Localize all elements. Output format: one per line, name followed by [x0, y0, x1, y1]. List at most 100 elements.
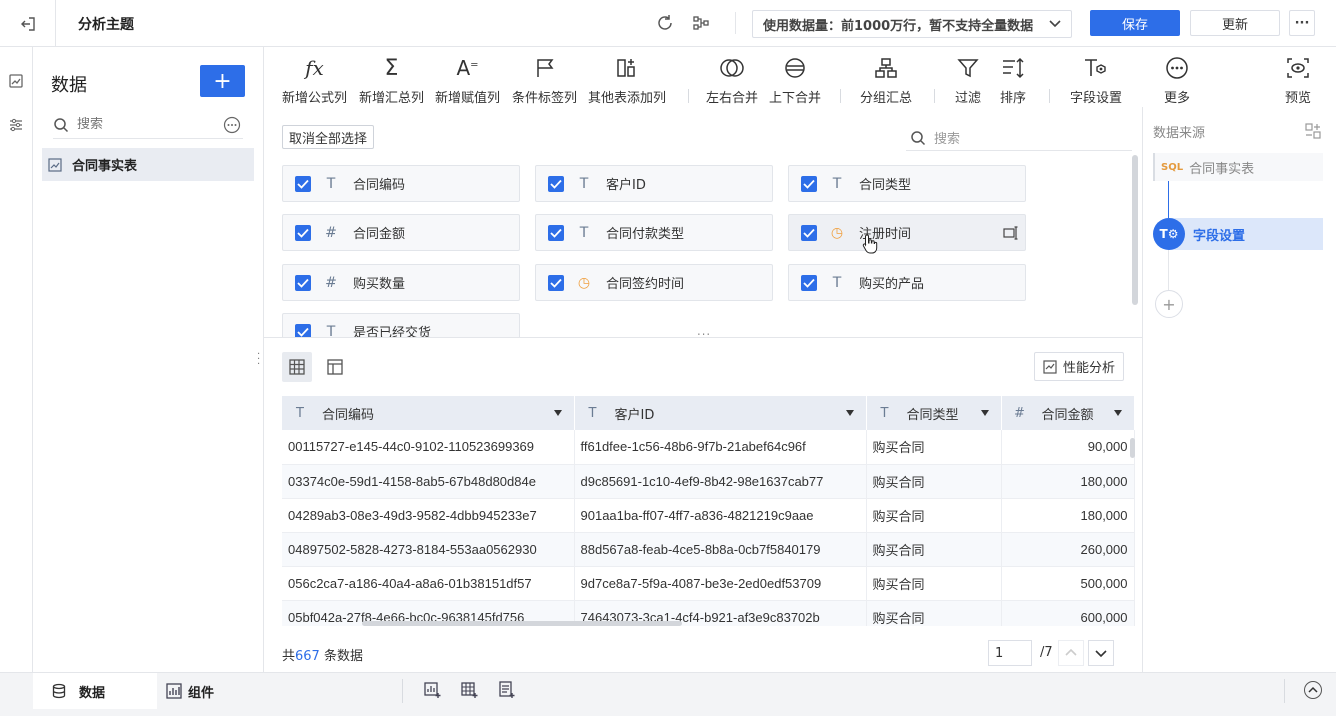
toolbar-label: 过滤: [955, 91, 982, 106]
field-name: 购买数量: [353, 277, 406, 292]
table-cell: 901aa1ba-ff07-4ff7-a836-4821219c9aae: [574, 498, 867, 533]
toolbar-condition-label[interactable]: 条件标签列: [512, 55, 577, 106]
merge-lr-icon: [719, 55, 745, 81]
column-type-icon: #: [1014, 405, 1025, 421]
save-button[interactable]: 保存: [1090, 10, 1180, 36]
column-header[interactable]: # 合同金额: [1001, 396, 1135, 430]
field-checkbox[interactable]: [295, 274, 311, 291]
more-button[interactable]: ···: [1289, 10, 1315, 36]
field-card[interactable]: T 购买的产品: [788, 264, 1026, 301]
field-card[interactable]: T 是否已经交货: [282, 313, 520, 337]
panel-resize-handle[interactable]: · · ·: [257, 350, 260, 370]
step-field-settings[interactable]: T⚙ 字段设置: [1153, 218, 1323, 250]
flow-connector: [1168, 181, 1169, 221]
column-type-icon: T: [880, 405, 889, 421]
toolbar-label: 分组汇总: [860, 91, 913, 106]
column-name: 合同金额: [1041, 407, 1094, 423]
database-icon: [51, 683, 67, 699]
analysis-icon[interactable]: [0, 65, 32, 97]
column-menu-caret-icon[interactable]: [980, 410, 989, 416]
add-chart-icon[interactable]: [424, 681, 442, 699]
field-card[interactable]: T 客户ID: [535, 165, 773, 202]
toolbar: fx 新增公式列 Σ 新增汇总列 A= 新增赋值列 条件标签列 其他表添加列 左…: [264, 47, 1336, 107]
tab-components[interactable]: 组件: [148, 673, 268, 709]
field-card[interactable]: T 合同类型: [788, 165, 1026, 202]
text-type-icon: T: [326, 175, 336, 192]
data-panel-title: 数据: [51, 75, 87, 96]
add-table-icon[interactable]: [461, 681, 479, 699]
page-prev-button[interactable]: [1058, 640, 1084, 666]
field-card[interactable]: # 合同金额: [282, 214, 520, 251]
table-cell: 购买合同: [866, 498, 1002, 533]
field-checkbox[interactable]: [548, 274, 564, 291]
table-vertical-scrollbar[interactable]: [1130, 438, 1135, 458]
toolbar-field-settings[interactable]: 字段设置: [1070, 55, 1122, 106]
field-name: 合同付款类型: [606, 227, 685, 242]
field-checkbox[interactable]: [801, 274, 817, 291]
toolbar-more[interactable]: 更多: [1164, 55, 1190, 106]
record-count-prefix: 共: [282, 649, 296, 664]
layout-toggle-icon[interactable]: [1305, 123, 1321, 139]
table-cell: 购买合同: [866, 532, 1002, 567]
column-header[interactable]: T 合同编码: [282, 396, 575, 430]
table-item[interactable]: 合同事实表: [42, 148, 254, 181]
field-card[interactable]: ◷ 合同签约时间: [535, 264, 773, 301]
source-node[interactable]: SQL 合同事实表: [1153, 153, 1323, 181]
data-volume-select[interactable]: 使用数据量：前1000万行，暂不支持全量数据: [752, 10, 1072, 38]
search-icon: [53, 117, 69, 133]
field-checkbox[interactable]: [295, 175, 311, 192]
exit-icon[interactable]: [0, 0, 56, 47]
column-header[interactable]: T 客户ID: [574, 396, 867, 430]
field-checkbox[interactable]: [295, 323, 311, 337]
lineage-icon[interactable]: [692, 14, 710, 32]
field-checkbox[interactable]: [548, 175, 564, 192]
page-input[interactable]: 1: [988, 640, 1032, 666]
toolbar-add-from-other[interactable]: 其他表添加列: [588, 55, 666, 106]
rename-icon[interactable]: [1003, 225, 1019, 241]
field-card[interactable]: T 合同编码: [282, 165, 520, 202]
toolbar-sort[interactable]: 排序: [1000, 55, 1026, 106]
data-search-input[interactable]: [77, 117, 197, 132]
more-options-icon[interactable]: [223, 116, 241, 134]
add-step-button[interactable]: +: [1155, 290, 1183, 318]
toolbar-merge-tb[interactable]: 上下合并: [769, 55, 821, 106]
table-horizontal-scrollbar[interactable]: [362, 621, 682, 626]
toolbar-label: 字段设置: [1070, 91, 1123, 106]
toolbar-add-assign[interactable]: A= 新增赋值列: [435, 55, 500, 106]
area-resize-handle[interactable]: :::: [697, 329, 711, 337]
field-search[interactable]: 搜索: [906, 125, 1132, 151]
table-cell: 600,000: [1001, 600, 1135, 626]
field-checkbox[interactable]: [801, 224, 817, 241]
field-checkbox[interactable]: [548, 224, 564, 241]
toolbar-filter[interactable]: 过滤: [955, 55, 981, 106]
page-next-button[interactable]: [1088, 640, 1114, 666]
table-name: 合同事实表: [72, 159, 138, 174]
toolbar-group-summary[interactable]: 分组汇总: [860, 55, 912, 106]
field-checkbox[interactable]: [295, 224, 311, 241]
collapse-icon[interactable]: [1304, 681, 1322, 699]
field-scrollbar[interactable]: [1132, 155, 1138, 305]
field-checkbox[interactable]: [801, 175, 817, 192]
toolbar-label: 其他表添加列: [588, 91, 667, 106]
tab-data[interactable]: 数据: [33, 673, 157, 709]
filter-settings-icon[interactable]: [0, 109, 32, 141]
toolbar-preview[interactable]: 预览: [1285, 55, 1311, 106]
column-header[interactable]: T 合同类型: [866, 396, 1002, 430]
field-card[interactable]: # 购买数量: [282, 264, 520, 301]
cancel-all-button[interactable]: 取消全部选择: [282, 125, 375, 149]
toolbar-add-summary[interactable]: Σ 新增汇总列: [359, 55, 424, 107]
field-card[interactable]: ◷ 注册时间: [788, 214, 1026, 251]
flag-icon: [535, 55, 555, 81]
date-type-icon: ◷: [577, 274, 591, 291]
add-data-button[interactable]: +: [200, 65, 245, 97]
update-button[interactable]: 更新: [1190, 10, 1280, 36]
toolbar-add-formula[interactable]: fx 新增公式列: [282, 55, 347, 106]
field-card[interactable]: T 合同付款类型: [535, 214, 773, 251]
column-menu-caret-icon[interactable]: [845, 410, 854, 416]
table-row: 056c2ca7-a186-40a4-a8a6-01b38151df57 9d7c…: [282, 566, 1135, 601]
add-list-icon[interactable]: [498, 681, 516, 699]
column-menu-caret-icon[interactable]: [1113, 410, 1122, 416]
toolbar-merge-lr[interactable]: 左右合并: [706, 55, 758, 106]
column-menu-caret-icon[interactable]: [553, 410, 562, 416]
refresh-icon[interactable]: [656, 14, 674, 32]
